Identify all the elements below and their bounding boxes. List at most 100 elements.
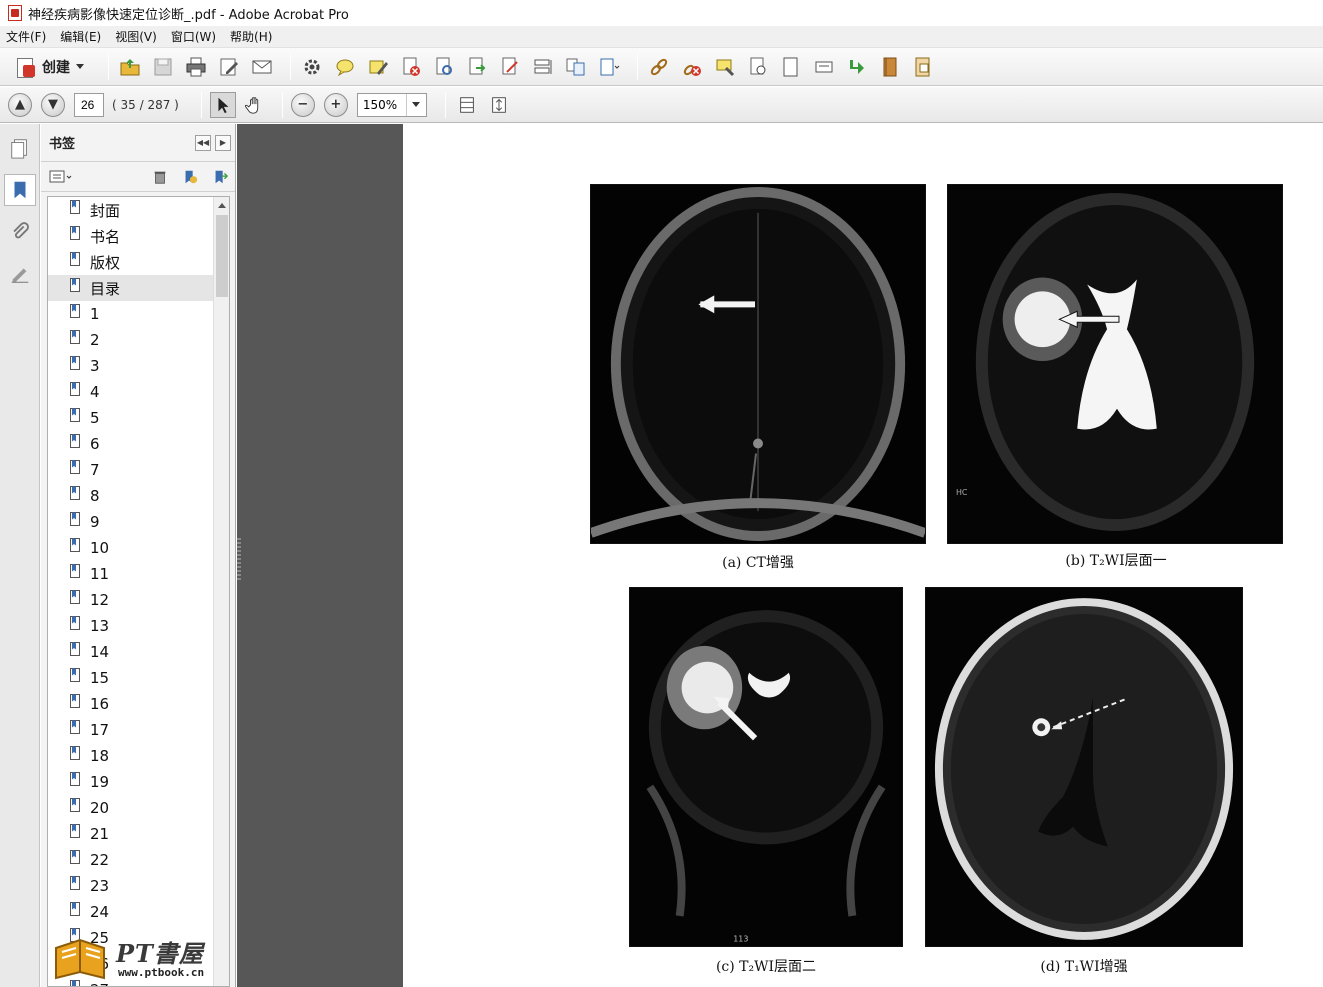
form-button[interactable] [530,54,556,80]
bookmark-label: 9 [90,513,100,531]
scrollbar-thumb[interactable] [216,215,228,297]
bookmark-icon [70,667,80,682]
zoom-select[interactable]: 150% [356,92,427,117]
bookmark-item[interactable]: 19 [48,769,215,795]
bookmark-icon [70,901,80,916]
bookmark-item[interactable]: 21 [48,821,215,847]
bookmark-item[interactable]: 8 [48,483,215,509]
bookmark-icon [70,615,80,630]
bookmark-item[interactable]: 17 [48,717,215,743]
bookmark-item[interactable]: 3 [48,353,215,379]
edit-button[interactable] [216,54,242,80]
bookmark-item[interactable]: 24 [48,899,215,925]
bookmark-item[interactable]: 6 [48,431,215,457]
menu-file[interactable]: 文件(F) [6,28,46,45]
options-menu-icon [49,170,72,182]
bookmark-item[interactable]: 15 [48,665,215,691]
cursor-arrow-icon [218,97,229,113]
hand-tool-button[interactable] [242,92,268,118]
bookmark-item[interactable]: 11 [48,561,215,587]
select-tool-button[interactable] [209,91,236,118]
pages-icon [11,139,27,159]
bookmark-item[interactable]: 2 [48,327,215,353]
zoom-in-button[interactable]: + [323,92,348,117]
open-button[interactable] [117,54,143,80]
bookmark-label: 14 [90,643,110,661]
blank-page-button[interactable] [778,54,804,80]
stamp-button[interactable] [712,54,738,80]
bookmark-item[interactable]: 1 [48,301,215,327]
bookmarks-button[interactable] [4,174,36,206]
info-button[interactable] [745,54,771,80]
link-button[interactable] [646,54,672,80]
create-from-button[interactable] [596,54,622,80]
bookmark-item[interactable]: 书名 [48,223,215,249]
menu-window[interactable]: 窗口(W) [171,28,216,45]
bookmark-label: 18 [90,747,110,765]
bookmark-expand-icon [215,170,228,183]
collapse-panel-button[interactable]: ◀◀ [195,134,211,151]
bookmarks-header: 书签 ◀◀ ▶ [41,124,235,162]
menu-edit[interactable]: 编辑(E) [60,28,101,45]
unlink-button[interactable] [679,54,705,80]
book-button[interactable] [877,54,903,80]
comment-button[interactable] [332,54,358,80]
highlight-button[interactable] [365,54,391,80]
bookmark-item[interactable]: 9 [48,509,215,535]
fit-width-button[interactable] [454,92,480,118]
zoom-out-button[interactable]: − [290,92,315,117]
scroll-up-arrow-icon[interactable] [214,197,229,213]
save-button[interactable] [150,54,176,80]
bookmark-item[interactable]: 23 [48,873,215,899]
fit-page-button[interactable] [486,92,512,118]
bookmark-item[interactable]: 18 [48,743,215,769]
bookmark-item[interactable]: 目录 [48,275,215,301]
previous-page-button[interactable]: ▲ [8,92,32,117]
new-bookmark-button[interactable] [181,168,199,186]
attach-button[interactable] [910,54,936,80]
email-button[interactable] [249,54,275,80]
menu-help[interactable]: 帮助(H) [230,28,272,45]
bookmark-icon [70,277,80,292]
expand-bookmark-button[interactable] [211,168,229,186]
optimize-button[interactable] [844,54,870,80]
page-number-input[interactable] [74,92,104,117]
bookmark-icon [70,329,80,344]
bookmark-item[interactable]: 5 [48,405,215,431]
figure-d-t1wi-scan [925,587,1243,947]
menu-view[interactable]: 视图(V) [115,28,157,45]
page-thumbnails-button[interactable] [4,132,36,164]
chevron-down-icon[interactable] [405,93,426,116]
bookmark-item[interactable]: 7 [48,457,215,483]
bookmark-item[interactable]: 封面 [48,197,215,223]
pane-resize-handle[interactable] [237,538,241,582]
export-button[interactable] [464,54,490,80]
delete-bookmark-button[interactable] [151,168,169,186]
combine-button[interactable] [563,54,589,80]
bookmark-item[interactable]: 12 [48,587,215,613]
next-page-button[interactable]: ▼ [41,92,65,117]
print-button[interactable] [183,54,209,80]
signatures-button[interactable] [4,258,36,290]
bookmark-item[interactable]: 20 [48,795,215,821]
navigation-pane-rail [0,124,40,987]
bookmark-label: 22 [90,851,110,869]
mri-t1-axial-image [926,588,1242,946]
bookmark-item[interactable]: 22 [48,847,215,873]
sign-button[interactable] [497,54,523,80]
header-footer-button[interactable] [811,54,837,80]
expand-panel-button[interactable]: ▶ [215,134,231,151]
create-button[interactable]: 创建 [8,53,90,81]
bookmark-scrollbar[interactable] [213,197,229,986]
bookmark-item[interactable]: 16 [48,691,215,717]
bookmark-item[interactable]: 10 [48,535,215,561]
bookmark-item[interactable]: 版权 [48,249,215,275]
remove-button[interactable] [398,54,424,80]
bookmark-options-button[interactable] [49,169,73,185]
bookmark-item[interactable]: 4 [48,379,215,405]
attachments-button[interactable] [4,216,36,248]
bookmark-item[interactable]: 13 [48,613,215,639]
bookmark-item[interactable]: 14 [48,639,215,665]
compare-button[interactable] [431,54,457,80]
settings-button[interactable] [299,54,325,80]
